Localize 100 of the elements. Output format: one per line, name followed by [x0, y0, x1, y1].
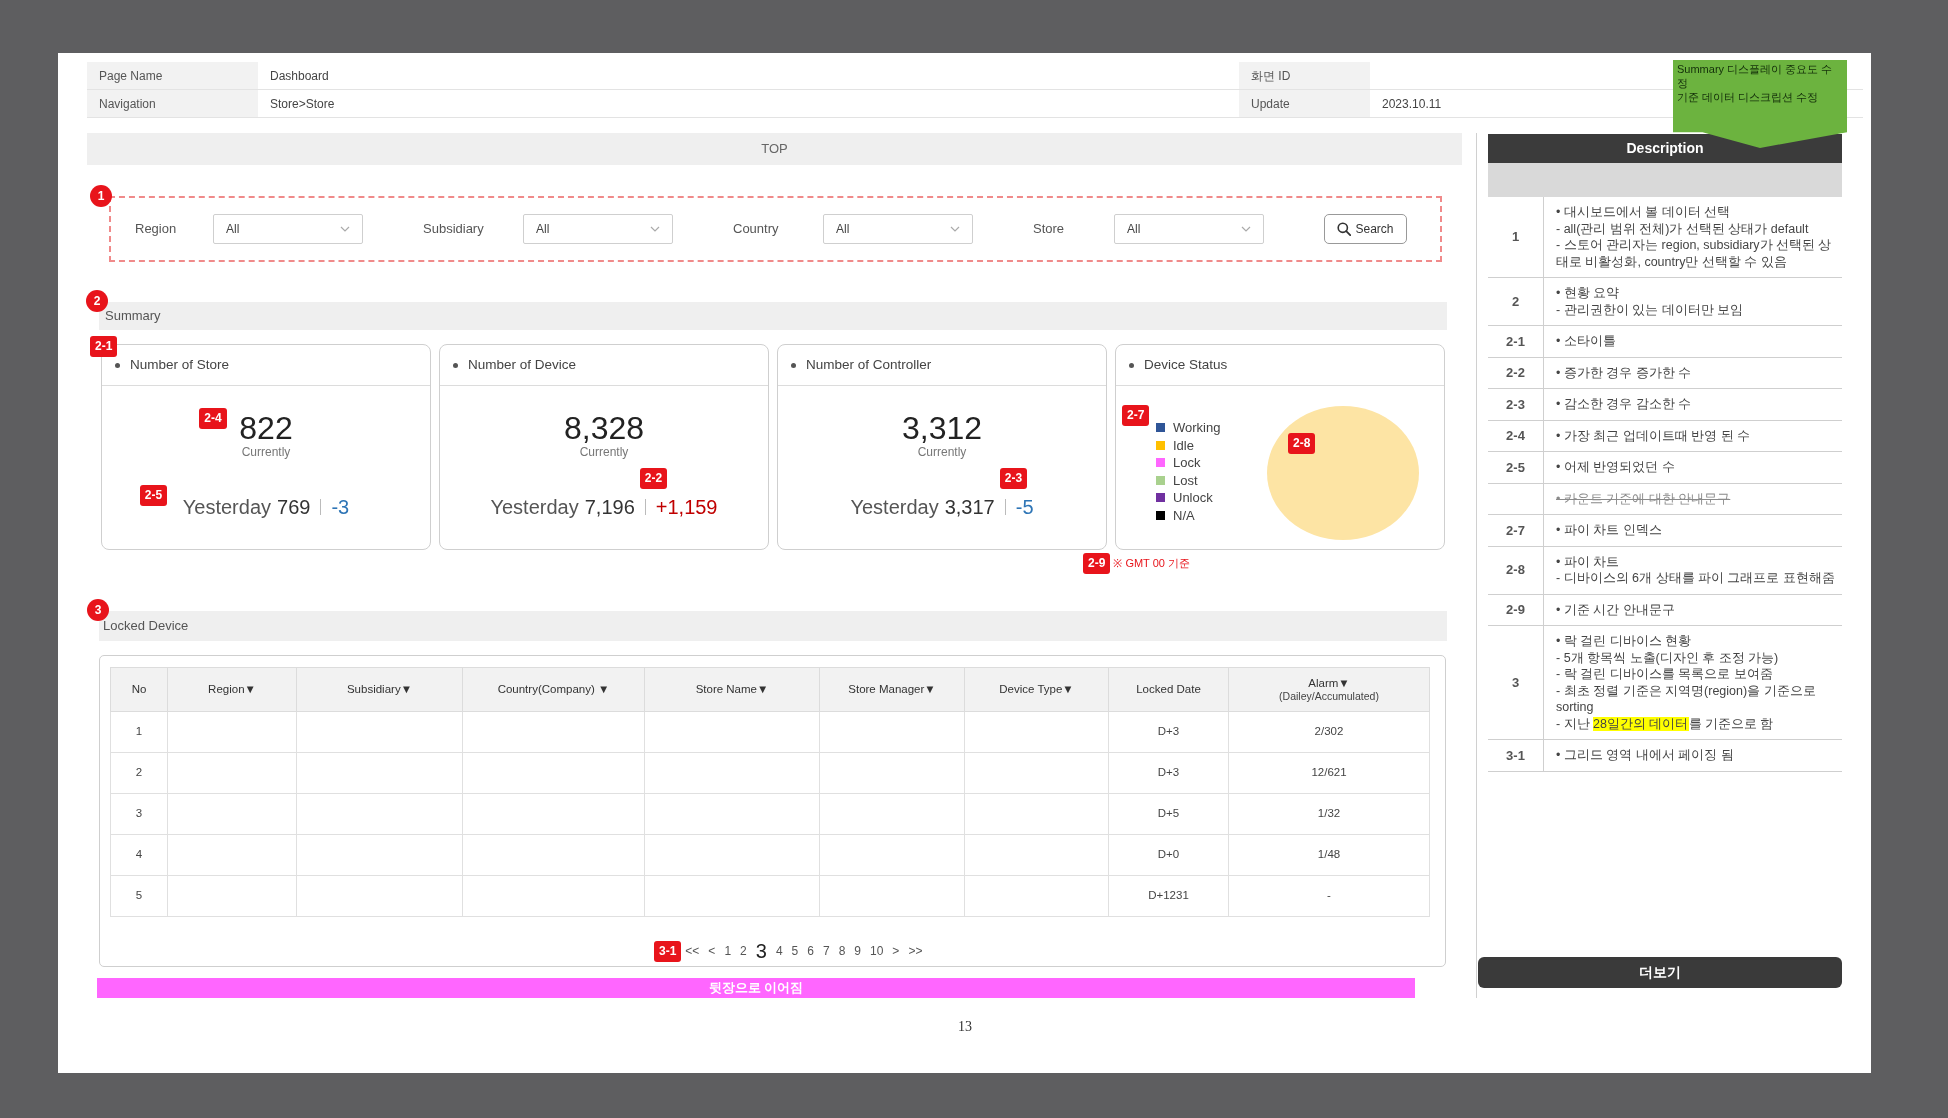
column-header[interactable]: Region▼	[167, 667, 297, 712]
legend-label: Idle	[1173, 437, 1194, 453]
header-label: Update	[1239, 90, 1370, 118]
chevron-down-icon	[650, 226, 660, 232]
note-text: ※ GMT 00 기준	[1113, 556, 1190, 572]
column-header[interactable]: Country(Company) ▼	[462, 667, 645, 712]
stat-value: 8,328	[563, 411, 645, 445]
page-link[interactable]: 4	[775, 944, 783, 958]
row-number: 2-4	[1506, 427, 1525, 445]
description-line: • 어제 반영되었던 수	[1556, 459, 1676, 476]
description-line: • 파이 차트 인덱스	[1556, 522, 1663, 539]
yesterday-value: 769	[277, 495, 311, 519]
dropdown-select[interactable]: All	[523, 214, 673, 244]
delta-value: -3	[331, 496, 350, 518]
column-header[interactable]: Store Manager▼	[819, 667, 965, 712]
description-line: • 카운트 기준에 대한 안내문구	[1556, 490, 1732, 507]
page-link[interactable]: 10	[870, 944, 884, 958]
column-header[interactable]: No	[110, 667, 168, 712]
more-button[interactable]: 더보기	[1478, 957, 1842, 988]
description-line: • 현황 요약	[1556, 285, 1621, 302]
bullet-icon	[453, 362, 458, 368]
stat-caption: Currently	[917, 445, 967, 459]
page-link[interactable]: >	[892, 944, 900, 958]
annotation-marker: 1	[90, 185, 112, 207]
delta-value: -5	[1015, 496, 1034, 518]
page-link[interactable]: 8	[838, 944, 846, 958]
card-title: Number of Controller	[806, 355, 932, 374]
legend-label: Lost	[1173, 472, 1198, 488]
row-number: 2	[1511, 292, 1520, 311]
column-header[interactable]: Alarm▼ (Dailey/Accumulated)	[1228, 667, 1430, 712]
search-button[interactable]: Search	[1324, 214, 1407, 244]
table-cell: 2	[110, 752, 168, 794]
stat-value: 822	[239, 411, 293, 445]
description-line: • 감소한 경우 감소한 수	[1556, 396, 1693, 413]
table-cell: -	[1228, 875, 1430, 917]
annotation-tag: 2-4	[199, 408, 227, 429]
table-cell: 1	[110, 711, 168, 753]
dropdown-select[interactable]: All	[213, 214, 363, 244]
page-link[interactable]: 7	[822, 944, 830, 958]
legend-label: Unlock	[1173, 490, 1213, 506]
card-title: Number of Device	[468, 355, 577, 374]
stat-caption: Currently	[579, 445, 629, 459]
annotation-marker: 2	[86, 290, 108, 312]
table-cell: 4	[110, 834, 168, 876]
annotation-tag: 2-1	[90, 336, 118, 357]
filter-label: Region	[135, 220, 178, 239]
header-label: Navigation	[87, 90, 258, 118]
description-line: • 그리드 영역 내에서 페이징 됨	[1556, 747, 1735, 764]
bullet-icon	[115, 362, 120, 368]
annotation-marker: 3	[87, 599, 109, 621]
description-line: - all(관리 범위 전체)가 선택된 상태가 default	[1556, 220, 1810, 237]
dropdown-select[interactable]: All	[823, 214, 973, 244]
header-value: Store>Store	[258, 90, 1239, 118]
filter-label: Store	[1033, 220, 1066, 239]
page-link[interactable]: 9	[854, 944, 861, 958]
column-header[interactable]: Store Name▼	[644, 667, 820, 712]
table-cell: D+1231	[1108, 875, 1229, 917]
page-link[interactable]: 1	[724, 944, 732, 958]
description-line: • 증가한 경우 증가한 수	[1556, 364, 1693, 381]
yesterday-label: Yesterday	[182, 495, 271, 519]
row-number: 3-1	[1506, 746, 1525, 765]
description-line: - 디바이스의 6개 상태를 파이 그래프로 표현해줌	[1556, 570, 1836, 587]
description-line: - 스토어 관리자는 region, subsidiary가 선택된 상태로 비활성화, country만 선택할 수 있음	[1556, 237, 1833, 270]
table-cell: 2/302	[1228, 711, 1430, 753]
search-icon	[1337, 222, 1352, 236]
bullet-icon	[1129, 362, 1134, 368]
legend-label: N/A	[1173, 507, 1195, 523]
dropdown-select[interactable]: All	[1114, 214, 1264, 244]
column-header[interactable]: Device Type▼	[964, 667, 1109, 712]
page-link[interactable]: <<	[685, 944, 700, 958]
stat-caption: Currently	[241, 445, 291, 459]
table-cell: D+3	[1108, 752, 1229, 794]
top-bar: TOP	[87, 133, 1462, 165]
page-link[interactable]: >>	[908, 944, 923, 958]
description-line: - 락 걸린 디바이스를 목록으로 보여줌	[1556, 666, 1774, 683]
page-link[interactable]: 5	[791, 944, 799, 958]
description-line: • 기준 시간 안내문구	[1556, 601, 1676, 618]
page-link[interactable]: 2	[740, 944, 747, 958]
row-number: 2-8	[1506, 561, 1525, 580]
table-cell: 12/621	[1228, 752, 1430, 794]
column-header[interactable]: Locked Date	[1108, 667, 1229, 712]
description-line: • 소타이틀	[1556, 333, 1617, 350]
annotation-tag: 3-1	[654, 940, 682, 962]
description-line: • 대시보드에서 볼 데이터 선택	[1556, 204, 1732, 221]
description-line: - 5개 항목씩 노출(디자인 후 조정 가능)	[1556, 649, 1780, 666]
filter-label: Subsidiary	[423, 220, 485, 239]
filter-label: Country	[733, 220, 780, 239]
card-title: Device Status	[1144, 355, 1228, 374]
annotation-tag: 2-8	[1288, 433, 1316, 454]
annotation-tag: 2-2	[639, 468, 668, 489]
row-number: 3	[1511, 673, 1520, 692]
yesterday-label: Yesterday	[850, 495, 939, 519]
description-line: • 가장 최근 업데이트때 반영 된 수	[1556, 427, 1752, 444]
yesterday-value: 7,196	[584, 495, 635, 519]
page-link[interactable]: <	[708, 944, 716, 958]
page-link[interactable]: 3	[755, 940, 767, 962]
column-header[interactable]: Subsidiary▼	[296, 667, 463, 712]
page-link[interactable]: 6	[807, 944, 814, 958]
yesterday-label: Yesterday	[490, 495, 579, 519]
row-number: 2-9	[1506, 601, 1525, 619]
